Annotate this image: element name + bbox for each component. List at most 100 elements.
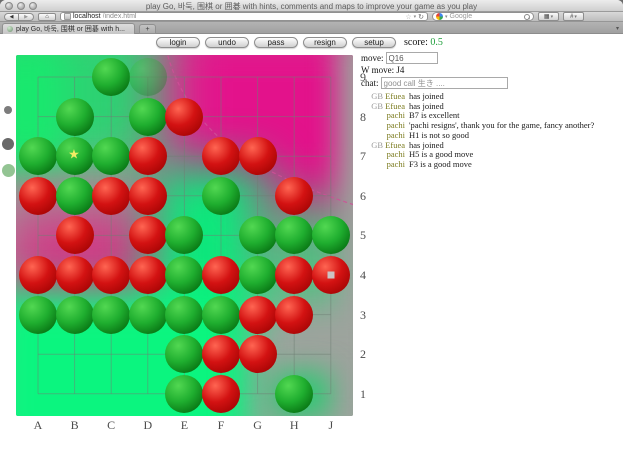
google-logo-icon bbox=[436, 13, 443, 20]
url-dropdown-icon[interactable]: ▾ bbox=[414, 14, 417, 20]
stone-D4[interactable] bbox=[129, 256, 167, 294]
chat-nick: Efuea bbox=[385, 101, 405, 111]
home-icon: ⌂ bbox=[45, 14, 49, 20]
stone-C3[interactable] bbox=[92, 296, 130, 334]
tab-play-go[interactable]: play Go, 바둑, 围棋 or 囲碁 with h... bbox=[2, 23, 135, 34]
tools-button[interactable]: #▾ bbox=[563, 12, 584, 21]
forward-button[interactable]: ▶ bbox=[19, 13, 34, 21]
stone-C9[interactable] bbox=[92, 58, 130, 96]
stone-E1[interactable] bbox=[165, 375, 203, 413]
nav-button-group: ◀ ▶ bbox=[4, 13, 34, 21]
stone-H6[interactable] bbox=[275, 177, 313, 215]
row-label-4: 4 bbox=[356, 268, 370, 283]
chat-message: pachiF3 is a good move bbox=[361, 160, 617, 170]
stone-B6[interactable] bbox=[56, 177, 94, 215]
url-bar[interactable]: localhost/index.html ☆ ▾ ↻ bbox=[60, 12, 428, 21]
last-move-marker bbox=[327, 272, 334, 279]
stone-B8[interactable] bbox=[56, 98, 94, 136]
tools-icon: # bbox=[570, 14, 573, 20]
stone-F4[interactable] bbox=[202, 256, 240, 294]
search-icon[interactable] bbox=[524, 14, 530, 20]
stone-B3[interactable] bbox=[56, 296, 94, 334]
move-label: move: bbox=[361, 53, 384, 63]
stone-A4[interactable] bbox=[19, 256, 57, 294]
button-undo[interactable]: undo bbox=[205, 37, 249, 48]
stone-B5[interactable] bbox=[56, 216, 94, 254]
move-input[interactable] bbox=[386, 52, 438, 64]
chat-nick: pachi bbox=[387, 159, 405, 169]
site-favicon bbox=[64, 13, 71, 20]
stone-J5[interactable] bbox=[312, 216, 350, 254]
stone-G5[interactable] bbox=[239, 216, 277, 254]
search-field[interactable]: ▾ Google bbox=[432, 12, 534, 21]
chat-log: GB Efueahas joinedGB Efueahas joinedpach… bbox=[361, 92, 617, 170]
stone-H3[interactable] bbox=[275, 296, 313, 334]
chat-nick: pachi bbox=[387, 120, 405, 130]
game-button-row: login undo pass resign setup bbox=[156, 37, 396, 48]
close-button[interactable] bbox=[5, 2, 13, 10]
country-prefix: GB bbox=[371, 101, 385, 111]
country-prefix: GB bbox=[371, 140, 385, 150]
chat-nick: Efuea bbox=[385, 91, 405, 101]
col-label-F: F bbox=[214, 418, 228, 433]
go-board[interactable]: ★ bbox=[16, 55, 353, 416]
search-engine-dropdown-icon[interactable]: ▾ bbox=[445, 14, 448, 20]
button-resign[interactable]: resign bbox=[303, 37, 347, 48]
stone-A7[interactable] bbox=[19, 137, 57, 175]
stone-G4[interactable] bbox=[239, 256, 277, 294]
score-display: score: 0.5 bbox=[404, 37, 443, 48]
chat-input[interactable] bbox=[381, 77, 508, 89]
new-tab-button[interactable]: + bbox=[139, 24, 156, 34]
stone-D3[interactable] bbox=[129, 296, 167, 334]
wmove-value: J4 bbox=[396, 65, 404, 75]
col-label-D: D bbox=[141, 418, 155, 433]
title-bar: play Go, 바둑, 围棋 or 囲碁 with hints, commen… bbox=[0, 0, 623, 12]
bookmark-star-icon[interactable]: ☆ bbox=[405, 13, 411, 21]
stone-F1[interactable] bbox=[202, 375, 240, 413]
button-login[interactable]: login bbox=[156, 37, 200, 48]
minimize-button[interactable] bbox=[17, 2, 25, 10]
stone-A6[interactable] bbox=[19, 177, 57, 215]
page-content: loginundopassresignsetup score: 0.5 ★ AB… bbox=[0, 34, 623, 450]
button-pass[interactable]: pass bbox=[254, 37, 298, 48]
col-label-C: C bbox=[104, 418, 118, 433]
stone-C6[interactable] bbox=[92, 177, 130, 215]
stone-D8[interactable] bbox=[129, 98, 167, 136]
stone-G2[interactable] bbox=[239, 335, 277, 373]
stone-A3[interactable] bbox=[19, 296, 57, 334]
stone-E8[interactable] bbox=[165, 98, 203, 136]
chat-nick: pachi bbox=[387, 130, 405, 140]
row-label-6: 6 bbox=[356, 189, 370, 204]
home-button[interactable]: ⌂ bbox=[38, 13, 56, 21]
stone-H4[interactable] bbox=[275, 256, 313, 294]
stone-D9[interactable] bbox=[129, 58, 167, 96]
stone-B4[interactable] bbox=[56, 256, 94, 294]
stone-H1[interactable] bbox=[275, 375, 313, 413]
stone-F6[interactable] bbox=[202, 177, 240, 215]
bookmarks-button[interactable]: ▦▾ bbox=[538, 12, 559, 21]
button-setup[interactable]: setup bbox=[352, 37, 396, 48]
search-placeholder: Google bbox=[450, 13, 522, 20]
stone-F3[interactable] bbox=[202, 296, 240, 334]
reload-icon[interactable]: ↻ bbox=[418, 13, 424, 21]
stone-F7[interactable] bbox=[202, 137, 240, 175]
stone-F2[interactable] bbox=[202, 335, 240, 373]
back-button[interactable]: ◀ bbox=[4, 13, 19, 21]
stone-J4[interactable] bbox=[312, 256, 350, 294]
zoom-button[interactable] bbox=[29, 2, 37, 10]
stone-E3[interactable] bbox=[165, 296, 203, 334]
stone-B7[interactable]: ★ bbox=[56, 137, 94, 175]
indicator-dot-green bbox=[2, 164, 15, 177]
stone-C4[interactable] bbox=[92, 256, 130, 294]
game-panel: move: W move: J4 chat: GB Efueahas joine… bbox=[361, 52, 617, 170]
stone-D6[interactable] bbox=[129, 177, 167, 215]
stone-G7[interactable] bbox=[239, 137, 277, 175]
stone-D5[interactable] bbox=[129, 216, 167, 254]
chat-row: chat: bbox=[361, 77, 617, 89]
list-all-tabs-icon[interactable]: ▾ bbox=[616, 25, 619, 32]
indicator-dot-gray bbox=[2, 138, 14, 150]
tab-title: play Go, 바둑, 围棋 or 囲碁 with h... bbox=[16, 24, 125, 34]
stone-D7[interactable] bbox=[129, 137, 167, 175]
bookmarks-icon: ▦ bbox=[544, 13, 550, 20]
stone-G3[interactable] bbox=[239, 296, 277, 334]
